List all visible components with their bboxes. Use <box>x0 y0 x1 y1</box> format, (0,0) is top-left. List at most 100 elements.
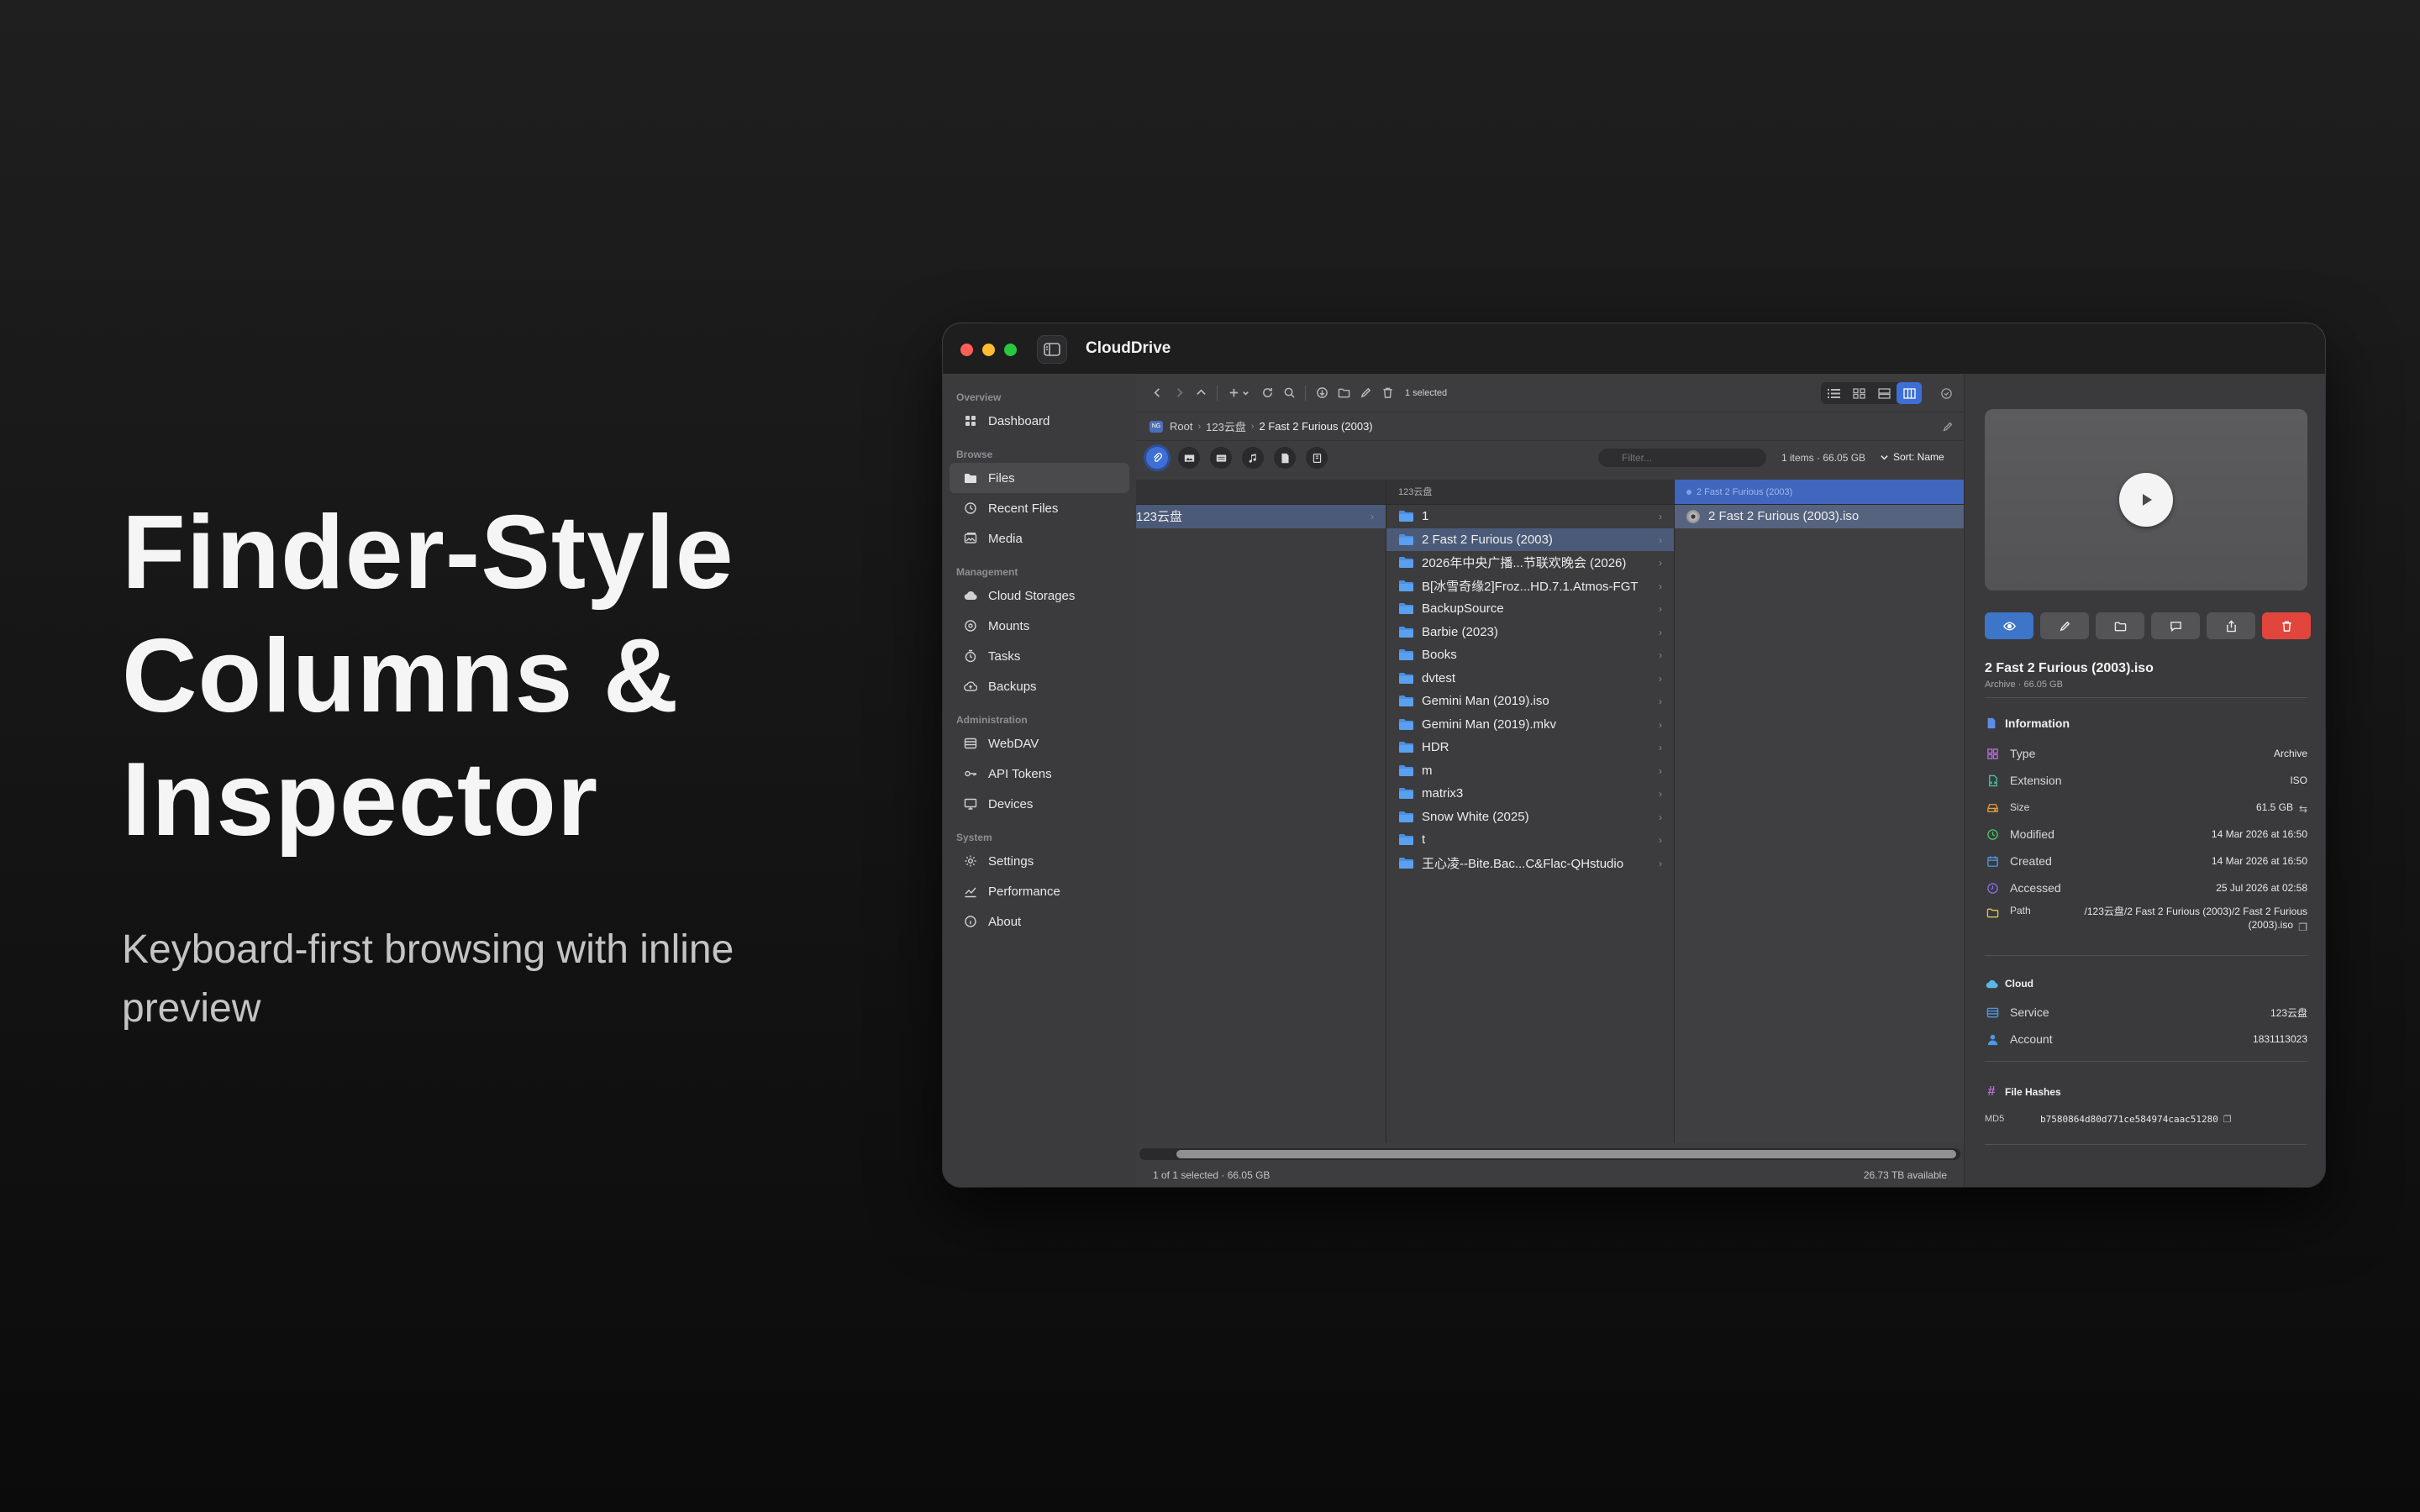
sidebar-item-performance[interactable]: Performance <box>943 876 1136 906</box>
download-button[interactable] <box>1311 382 1333 404</box>
minimize-window-button[interactable] <box>982 344 995 356</box>
list-item[interactable]: t › <box>1386 828 1674 852</box>
list-item[interactable]: Barbie (2023) › <box>1386 621 1674 644</box>
gallery-view-button[interactable] <box>1871 382 1897 404</box>
filter-input[interactable] <box>1598 449 1766 467</box>
delete-button[interactable] <box>1376 382 1398 404</box>
icon-view-button[interactable] <box>1846 382 1871 404</box>
pencil-icon[interactable] <box>1942 421 1954 433</box>
list-item[interactable]: BackupSource › <box>1386 597 1674 621</box>
status-selection: 1 of 1 selected · 66.05 GB <box>1153 1169 1270 1181</box>
list-item[interactable]: m › <box>1386 759 1674 783</box>
list-item[interactable]: HDR › <box>1386 736 1674 759</box>
list-item[interactable]: 1 › <box>1386 505 1674 528</box>
breadcrumb-root[interactable]: Root <box>1170 420 1192 433</box>
rename-button[interactable] <box>1355 382 1376 404</box>
filter-documents-button[interactable] <box>1274 447 1296 469</box>
list-item[interactable]: 2 Fast 2 Furious (2003).iso <box>1675 505 1964 528</box>
breadcrumb-segment[interactable]: 123云盘 <box>1206 418 1246 434</box>
sidebar-item-mounts[interactable]: Mounts <box>943 611 1136 641</box>
list-item[interactable]: 2026年中央广播...节联欢晚会 (2026) › <box>1386 551 1674 575</box>
chevron-right-icon: › <box>1659 649 1662 661</box>
list-item[interactable]: matrix3 › <box>1386 782 1674 806</box>
list-item[interactable]: Gemini Man (2019).iso › <box>1386 690 1674 713</box>
back-button[interactable] <box>1146 382 1168 404</box>
new-folder-button[interactable] <box>1333 382 1355 404</box>
swap-icon[interactable]: ⇆ <box>2298 803 2307 815</box>
filter-all-button[interactable] <box>1146 447 1168 469</box>
filter-archives-button[interactable] <box>1306 447 1328 469</box>
forward-button[interactable] <box>1168 382 1190 404</box>
list-item[interactable]: 2 Fast 2 Furious (2003) › <box>1386 528 1674 551</box>
folder-label: dvtest <box>1422 670 1456 685</box>
folder-icon <box>1399 580 1413 591</box>
hero: Finder-Style Columns & Inspector Keyboar… <box>122 491 878 1038</box>
comment-button[interactable] <box>2151 612 2200 639</box>
list-item[interactable]: 王心凌--Bite.Bac...C&Flac-QHstudio › <box>1386 852 1674 875</box>
drive-icon <box>1985 800 2000 815</box>
delete-file-button[interactable] <box>2262 612 2311 639</box>
sidebar-item-api-tokens[interactable]: API Tokens <box>943 759 1136 789</box>
share-button[interactable] <box>2207 612 2255 639</box>
media-preview[interactable] <box>1985 409 2307 591</box>
hero-subtitle: Keyboard-first browsing with inline prev… <box>122 921 878 1038</box>
filter-audio-button[interactable] <box>1242 447 1264 469</box>
info-value: 25 Jul 2026 at 02:58 <box>2216 882 2307 894</box>
sidebar-icon <box>1044 343 1060 356</box>
folder-icon <box>1399 533 1413 545</box>
list-item[interactable]: Snow White (2025) › <box>1386 806 1674 829</box>
sidebar-item-files[interactable]: Files <box>950 463 1129 493</box>
select-mode-button[interactable] <box>1937 384 1955 402</box>
filter-images-button[interactable] <box>1178 447 1200 469</box>
sidebar-toggle-button[interactable] <box>1037 335 1067 364</box>
copy-icon[interactable]: ❐ <box>2223 1114 2233 1125</box>
hash-value[interactable]: b7580864d80d771ce584974caac51280 <box>2040 1114 2218 1125</box>
folder-icon <box>1399 742 1413 753</box>
close-window-button[interactable] <box>960 344 973 356</box>
timer-icon <box>963 648 978 664</box>
list-item[interactable]: B[冰雪奇缘2]Froz...HD.7.1.Atmos-FGT › <box>1386 575 1674 598</box>
sidebar-item-devices[interactable]: Devices <box>943 789 1136 819</box>
list-item[interactable]: Gemini Man (2019).mkv › <box>1386 713 1674 737</box>
chevron-right-icon: › <box>1659 626 1662 638</box>
photo-icon <box>963 531 978 546</box>
breadcrumb-current[interactable]: 2 Fast 2 Furious (2003) <box>1260 420 1373 433</box>
sidebar: Overview Dashboard Browse Files Recent F… <box>943 374 1136 1187</box>
quick-look-button[interactable] <box>1985 612 2033 639</box>
scrollbar-thumb[interactable] <box>1176 1150 1956 1158</box>
sidebar-item-webdav[interactable]: WebDAV <box>943 728 1136 759</box>
refresh-button[interactable] <box>1256 382 1278 404</box>
list-item[interactable]: 123云盘 › <box>1136 505 1386 528</box>
rename-file-button[interactable] <box>2040 612 2089 639</box>
zoom-window-button[interactable] <box>1004 344 1017 356</box>
info-row-path: Path /123云盘/2 Fast 2 Furious (2003)/2 Fa… <box>1985 905 2307 933</box>
sort-button[interactable]: Sort: Name <box>1880 451 1944 463</box>
sidebar-item-settings[interactable]: Settings <box>943 846 1136 876</box>
play-button[interactable] <box>2119 473 2173 527</box>
search-button[interactable] <box>1278 382 1300 404</box>
folder-label: Gemini Man (2019).iso <box>1422 694 1549 709</box>
list-item[interactable]: dvtest › <box>1386 667 1674 690</box>
horizontal-scrollbar[interactable] <box>1139 1148 1960 1160</box>
sidebar-item-recent-files[interactable]: Recent Files <box>943 493 1136 523</box>
new-item-button[interactable] <box>1223 382 1256 404</box>
sidebar-item-dashboard[interactable]: Dashboard <box>943 406 1136 436</box>
column-view-button[interactable] <box>1897 382 1922 404</box>
folder-icon <box>1399 788 1413 800</box>
filter-videos-button[interactable] <box>1210 447 1232 469</box>
copy-icon[interactable]: ❐ <box>2298 921 2307 933</box>
list-item[interactable]: Books › <box>1386 643 1674 667</box>
cloud-icon <box>1985 977 1998 990</box>
trash-icon <box>1382 387 1392 398</box>
up-button[interactable] <box>1190 382 1212 404</box>
sidebar-item-about[interactable]: About <box>943 906 1136 937</box>
status-bar: 1 of 1 selected · 66.05 GB 26.73 TB avai… <box>1136 1163 1964 1187</box>
reveal-folder-button[interactable] <box>2096 612 2144 639</box>
folder-label: t <box>1422 832 1426 848</box>
sidebar-item-cloud-storages[interactable]: Cloud Storages <box>943 580 1136 611</box>
list-view-button[interactable] <box>1821 382 1846 404</box>
sidebar-item-backups[interactable]: Backups <box>943 671 1136 701</box>
path-value: /123云盘/2 Fast 2 Furious (2003)/2 Fast 2 … <box>2072 905 2307 933</box>
sidebar-item-media[interactable]: Media <box>943 523 1136 554</box>
sidebar-item-tasks[interactable]: Tasks <box>943 641 1136 671</box>
